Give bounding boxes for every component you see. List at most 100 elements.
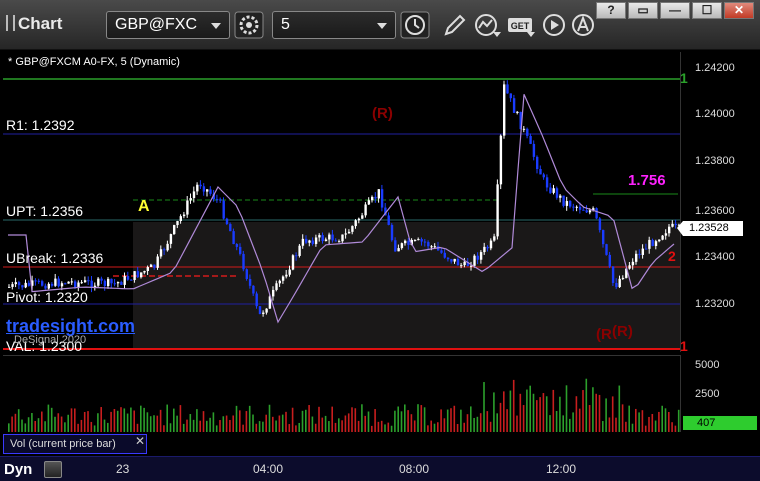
volume-bar (437, 422, 439, 432)
candle-body (77, 282, 80, 287)
volume-bar (341, 420, 343, 432)
volume-bar (598, 394, 601, 432)
restore-button[interactable]: ▭ (628, 2, 658, 19)
candle-body (503, 84, 506, 136)
line-number-top: 1 (680, 70, 688, 86)
clock-icon[interactable] (400, 11, 430, 39)
volume-bar (278, 415, 281, 432)
volume-bar (575, 396, 578, 432)
chevron-down-icon (377, 23, 387, 29)
candle-body (258, 306, 262, 314)
volume-bar (503, 391, 505, 432)
candle-body (166, 243, 169, 251)
volume-bar (621, 404, 624, 432)
candle-body (338, 241, 341, 243)
volume-bar (186, 419, 188, 432)
candle-body (311, 240, 314, 244)
symbol-selector[interactable]: GBP@FXC (106, 11, 230, 39)
volume-bar (262, 421, 264, 432)
volume-bar (37, 418, 40, 432)
price-chart-canvas[interactable] (3, 52, 680, 352)
volume-bar (123, 408, 126, 432)
volume-bar (483, 382, 485, 432)
volume-bar (374, 409, 376, 432)
candle-body (308, 240, 311, 243)
bottom-bar: Dyn (0, 456, 760, 481)
candle-body (103, 280, 107, 287)
candle-body (506, 84, 509, 94)
candle-body (202, 186, 206, 192)
volume-bar (268, 404, 271, 432)
volume-bar (54, 416, 56, 432)
close-icon[interactable]: ✕ (135, 434, 145, 448)
app-title-text: Chart (18, 14, 63, 33)
maximize-button[interactable]: ☐ (692, 2, 722, 19)
candle-body (404, 240, 407, 244)
interval-selector[interactable]: 5 (272, 11, 396, 39)
volume-bar (397, 406, 399, 432)
link-icon[interactable] (44, 461, 62, 478)
help-button[interactable]: ? (596, 2, 626, 19)
candle-body (41, 281, 44, 286)
candle-body (658, 239, 661, 242)
candle-body (252, 285, 255, 294)
volume-bar (380, 420, 383, 432)
volume-bar (47, 404, 50, 432)
candle-body (173, 225, 176, 235)
volume-tick: 2500 (695, 388, 720, 400)
volume-bar (496, 413, 498, 432)
candle-body (578, 206, 582, 210)
volume-bar (215, 425, 218, 432)
svg-text:GET: GET (511, 21, 530, 31)
time-tick: 23 (116, 462, 130, 476)
candle-body (496, 184, 499, 237)
volume-bar (635, 408, 637, 432)
candle-body (159, 249, 163, 257)
volume-bar (232, 415, 234, 432)
candle-body (618, 278, 621, 288)
sequence-label: 1.756 (628, 172, 666, 189)
candle-body (407, 240, 410, 245)
volume-bar (446, 409, 449, 432)
candle-body (248, 278, 252, 286)
minimize-button[interactable]: — (660, 2, 690, 19)
candle-body (262, 312, 265, 314)
candle-body (107, 278, 110, 287)
candle-body (186, 200, 189, 215)
chevron-down-icon[interactable] (527, 32, 535, 37)
volume-bar (443, 418, 446, 432)
candle-body (413, 239, 417, 241)
volume-bar (308, 405, 310, 432)
price-axis[interactable]: 1.24200 1.24000 1.23800 1.23600 1.23400 … (680, 52, 760, 352)
candle-body (522, 128, 526, 130)
chevron-down-icon[interactable] (493, 32, 501, 37)
volume-bar (407, 410, 409, 432)
volume-pane[interactable] (3, 355, 680, 432)
volume-bar (275, 420, 277, 432)
dynamic-button[interactable]: Dyn (4, 461, 32, 478)
candle-body (324, 239, 328, 242)
settings-gear-icon[interactable] (234, 11, 264, 39)
candle-body (100, 278, 103, 281)
volume-bar (638, 412, 640, 432)
volume-bar (569, 418, 571, 432)
volume-bar (156, 415, 159, 432)
volume-bar (565, 385, 568, 432)
play-icon[interactable] (539, 11, 569, 39)
volume-bar (413, 420, 416, 432)
volume-bar (212, 412, 215, 432)
volume-bar (625, 421, 627, 432)
volume-bar (463, 422, 465, 432)
pencil-draw-icon[interactable] (440, 11, 470, 39)
alert-a-icon[interactable] (568, 11, 598, 39)
chart-toolbar: Chart GBP@FXC 5 GET ? ▭ — ☐ ✕ (0, 0, 760, 50)
candle-body (8, 286, 11, 288)
volume-bar (113, 409, 116, 432)
candle-body (318, 235, 321, 238)
close-button[interactable]: ✕ (724, 2, 754, 19)
candle-body (156, 256, 159, 268)
volume-bar (14, 413, 17, 432)
volume-bar (140, 405, 142, 432)
grip-icon[interactable] (6, 15, 15, 31)
candle-body (225, 218, 229, 225)
